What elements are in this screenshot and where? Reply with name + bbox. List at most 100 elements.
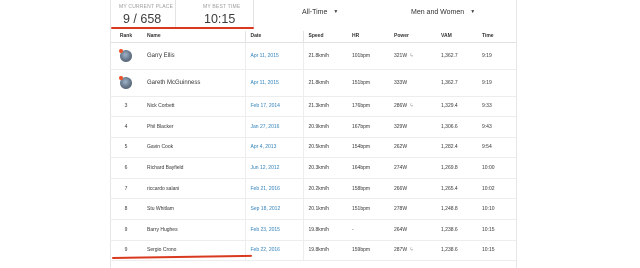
table-row[interactable]: Garry Ellis Apr 11, 2015 21.8km/h 101bpm… [110, 42, 517, 70]
power-value: 262W [389, 137, 436, 159]
caret-down-icon: ▼ [470, 9, 476, 15]
speed-value: 20.3km/h [303, 157, 347, 179]
table-row[interactable]: 8 Stu Whitlam Sep 18, 2012 20.1km/h 151b… [110, 198, 517, 221]
vam-value: 1,248.8 [436, 198, 477, 221]
leaderboard-table: Rank Name Date Speed HR Power VAM Time G… [110, 31, 517, 262]
power-cell: 286W ϟ [389, 96, 436, 118]
time-value: 10:10 [477, 198, 517, 221]
athlete-name[interactable]: Barry Hughes [142, 219, 245, 241]
current-place-label: MY CURRENT PLACE [119, 4, 174, 10]
gender-dropdown[interactable]: Men and Women ▼ [411, 9, 475, 16]
vam-value: 1,362.7 [436, 42, 477, 70]
athlete-name[interactable]: Gavin Cook [142, 137, 245, 159]
time-value: 9:54 [477, 137, 517, 159]
activity-date-link[interactable]: Feb 22, 2016 [244, 240, 304, 262]
vam-value: 1,269.8 [436, 157, 477, 179]
power-value: 321W [394, 52, 408, 59]
time-value: 9:43 [477, 116, 517, 138]
crown-badge-icon [119, 75, 123, 80]
athlete-name[interactable]: riccardo salani [142, 178, 245, 200]
speed-value: 20.2km/h [303, 178, 347, 200]
avatar[interactable] [119, 75, 132, 89]
time-range-value: All-Time [302, 9, 328, 16]
table-row[interactable]: 4 Phil Blacker Jan 27, 2016 20.9km/h 167… [110, 116, 517, 138]
header-rank[interactable]: Rank [110, 31, 142, 43]
header-time[interactable]: Time [477, 31, 517, 43]
current-place-value: 9 / 658 [123, 12, 162, 26]
hr-value: 176bpm [347, 96, 389, 118]
speed-value: 19.8km/h [303, 219, 347, 241]
athlete-name[interactable]: Nick Corbett [142, 96, 245, 118]
table-row[interactable]: 6 Richard Bayfield Jun 12, 2012 20.3km/h… [110, 157, 517, 179]
power-value: 278W [389, 198, 436, 221]
hr-value: 151bpm [347, 69, 389, 97]
rank-value: 9 [110, 219, 142, 241]
rank-value: 8 [110, 198, 142, 221]
table-row[interactable]: 3 Nick Corbett Feb 17, 2014 21.3km/h 176… [110, 96, 517, 118]
rank-value: 7 [110, 178, 142, 200]
lightning-icon: ϟ [410, 52, 413, 59]
hr-value: 151bpm [347, 198, 389, 221]
table-row[interactable]: Gareth McGuinness Apr 11, 2015 21.8km/h … [110, 69, 517, 97]
time-value: 10:00 [477, 157, 517, 179]
activity-date-link[interactable]: Jan 27, 2016 [244, 116, 304, 138]
table-row[interactable]: 9 Barry Hughes Feb 23, 2015 19.8km/h - 2… [110, 219, 517, 241]
speed-value: 19.8km/h [303, 240, 347, 262]
time-range-dropdown[interactable]: All-Time ▼ [302, 9, 338, 16]
hr-value: 101bpm [347, 42, 389, 70]
rank-value: 3 [110, 96, 142, 118]
caret-down-icon: ▼ [333, 9, 339, 15]
header-vam[interactable]: VAM [436, 31, 477, 43]
power-value: 266W [389, 178, 436, 200]
speed-value: 21.3km/h [303, 96, 347, 118]
vam-value: 1,238.6 [436, 240, 477, 262]
header-power[interactable]: Power [389, 31, 436, 43]
power-value: 264W [389, 219, 436, 241]
speed-value: 21.8km/h [303, 42, 347, 70]
avatar[interactable] [119, 48, 132, 62]
athlete-name[interactable]: Gareth McGuinness [142, 69, 245, 97]
speed-value: 20.9km/h [303, 116, 347, 138]
power-value: 329W [389, 116, 436, 138]
activity-date-link[interactable]: Feb 21, 2016 [244, 178, 304, 200]
power-value: 274W [389, 157, 436, 179]
table-row[interactable]: 7 riccardo salani Feb 21, 2016 20.2km/h … [110, 178, 517, 200]
table-header-row: Rank Name Date Speed HR Power VAM Time [110, 31, 517, 43]
vam-value: 1,282.4 [436, 137, 477, 159]
activity-date-link[interactable]: Feb 23, 2015 [244, 219, 304, 241]
rank-value: 5 [110, 137, 142, 159]
crown-badge-icon [119, 48, 123, 53]
activity-date-link[interactable]: Feb 17, 2014 [244, 96, 304, 118]
power-value: 333W [389, 69, 436, 97]
activity-date-link[interactable]: Apr 11, 2015 [244, 42, 304, 70]
hr-value: 164bpm [347, 157, 389, 179]
best-time-stat: MY BEST TIME 10:15 [176, 0, 254, 27]
vam-value: 1,329.4 [436, 96, 477, 118]
gender-value: Men and Women [411, 9, 465, 16]
rank-value: 4 [110, 116, 142, 138]
highlight-underline-top [111, 27, 254, 29]
power-cell: 287W ϟ [389, 240, 436, 262]
power-cell: 321W ϟ [389, 42, 436, 70]
header-speed[interactable]: Speed [303, 31, 347, 43]
athlete-name[interactable]: Stu Whitlam [142, 198, 245, 221]
table-row[interactable]: 5 Gavin Cook Apr 4, 2013 20.5km/h 154bpm… [110, 137, 517, 159]
hr-value: 158bpm [347, 178, 389, 200]
header-date[interactable]: Date [244, 31, 304, 43]
lightning-icon: ϟ [410, 247, 413, 254]
activity-date-link[interactable]: Sep 18, 2012 [244, 198, 304, 221]
activity-date-link[interactable]: Jun 12, 2012 [244, 157, 304, 179]
stats-header: MY CURRENT PLACE 9 / 658 MY BEST TIME 10… [110, 0, 517, 30]
header-name[interactable]: Name [142, 31, 245, 43]
speed-value: 21.8km/h [303, 69, 347, 97]
time-value: 10:15 [477, 219, 517, 241]
current-place-stat: MY CURRENT PLACE 9 / 658 [110, 0, 176, 27]
athlete-name[interactable]: Richard Bayfield [142, 157, 245, 179]
power-value: 286W [394, 103, 408, 110]
activity-date-link[interactable]: Apr 4, 2013 [244, 137, 304, 159]
athlete-name[interactable]: Garry Ellis [142, 42, 245, 70]
lightning-icon: ϟ [410, 103, 413, 110]
activity-date-link[interactable]: Apr 11, 2015 [244, 69, 304, 97]
header-hr[interactable]: HR [347, 31, 389, 43]
athlete-name[interactable]: Phil Blacker [142, 116, 245, 138]
